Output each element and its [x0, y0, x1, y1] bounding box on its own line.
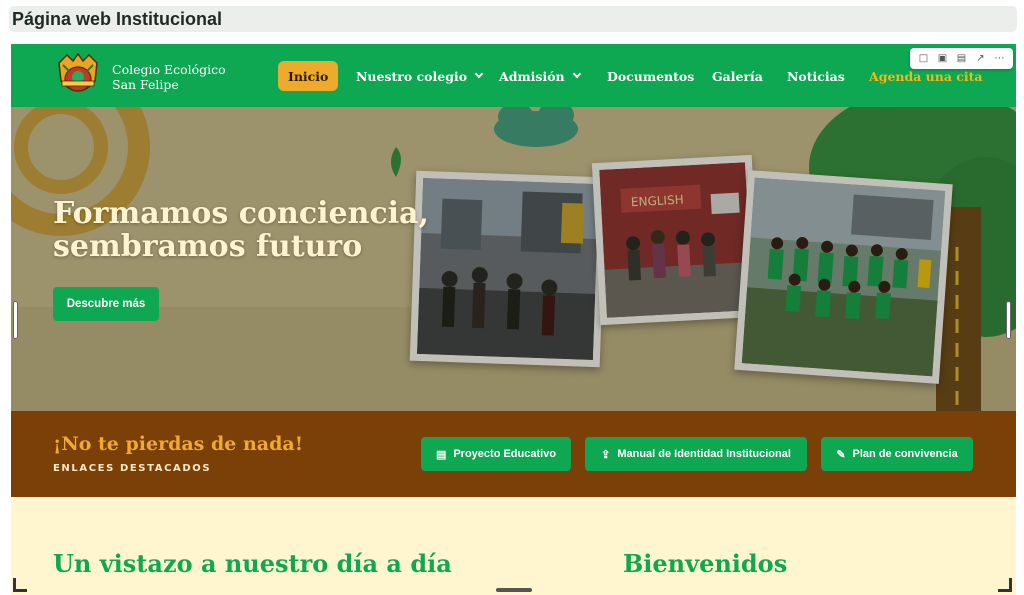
frame-toolbar: □ ▣ ▤ ↗ ⋯ [910, 48, 1013, 69]
resize-handle-bottom[interactable] [496, 588, 532, 592]
school-name[interactable]: Colegio Ecológico San Felipe [112, 62, 226, 92]
website-frame: Colegio Ecológico San Felipe Inicio Nues… [11, 44, 1016, 595]
banner-title: ¡No te pierdas de nada! [53, 433, 304, 455]
more-icon[interactable]: ⋯ [993, 53, 1007, 64]
resize-handle-left[interactable] [13, 301, 18, 339]
brand-line-2: San Felipe [112, 77, 179, 92]
button-label: Plan de convivencia [852, 448, 958, 460]
hero-title-line-2: sembramos futuro [53, 229, 363, 264]
device-icon[interactable]: ▤ [955, 53, 969, 64]
menu-item-label: Agenda una cita [869, 68, 983, 84]
hero-section: ENGLISH Formamos conciencia, sembramos f… [11, 107, 1016, 411]
resize-corner-bottom-left[interactable] [13, 578, 27, 592]
main-navbar: Colegio Ecológico San Felipe Inicio Nues… [11, 44, 1016, 107]
proyecto-educativo-button[interactable]: ▤ Proyecto Educativo [421, 437, 571, 471]
upload-icon: ⇪ [601, 448, 611, 461]
discover-more-button[interactable]: Descubre más [53, 287, 159, 321]
hero-title: Formamos conciencia, sembramos futuro [53, 197, 429, 263]
school-crest-icon [58, 52, 98, 92]
banner-subtitle: ENLACES DESTACADOS [53, 463, 212, 474]
hero-title-line-1: Formamos conciencia, [53, 196, 429, 231]
daily-life-heading: Un vistazo a nuestro día a día [53, 549, 452, 578]
menu-item-inicio[interactable]: Inicio [278, 61, 339, 91]
chevron-down-icon [474, 69, 484, 79]
menu-item-label: Documentos [607, 68, 695, 84]
menu-item-label: Inicio [288, 68, 329, 84]
resize-corner-bottom-right[interactable] [998, 578, 1012, 592]
resize-handle-right[interactable] [1006, 301, 1011, 339]
canvas-title: Página web Institucional [9, 6, 1017, 32]
menu-item-galeria[interactable]: Galería [712, 61, 763, 91]
frame-icon[interactable]: ▣ [936, 53, 950, 64]
open-external-icon[interactable]: ↗ [974, 53, 988, 64]
comment-icon[interactable]: □ [917, 53, 931, 64]
menu-item-label: Nuestro colegio [356, 68, 468, 84]
welcome-heading: Bienvenidos [623, 549, 788, 578]
brand-line-1: Colegio Ecológico [112, 62, 226, 77]
featured-links-banner: ¡No te pierdas de nada! ENLACES DESTACAD… [11, 411, 1016, 497]
document-icon: ▤ [435, 448, 447, 461]
school-logo[interactable] [53, 51, 103, 101]
manual-identidad-button[interactable]: ⇪ Manual de Identidad Institucional [585, 437, 807, 471]
button-label: Manual de Identidad Institucional [617, 448, 791, 460]
clipboard-icon: ✎ [836, 448, 846, 461]
menu-item-admision[interactable]: Admisión [499, 61, 581, 91]
menu-item-noticias[interactable]: Noticias [787, 61, 845, 91]
menu-item-label: Noticias [787, 68, 845, 84]
menu-item-label: Galería [712, 68, 763, 84]
menu-item-label: Admisión [499, 68, 565, 84]
menu-item-nuestro-colegio[interactable]: Nuestro colegio [356, 61, 484, 91]
plan-convivencia-button[interactable]: ✎ Plan de convivencia [821, 437, 973, 471]
chevron-down-icon [572, 69, 581, 79]
menu-item-documentos[interactable]: Documentos [607, 61, 694, 91]
button-label: Proyecto Educativo [453, 448, 557, 460]
